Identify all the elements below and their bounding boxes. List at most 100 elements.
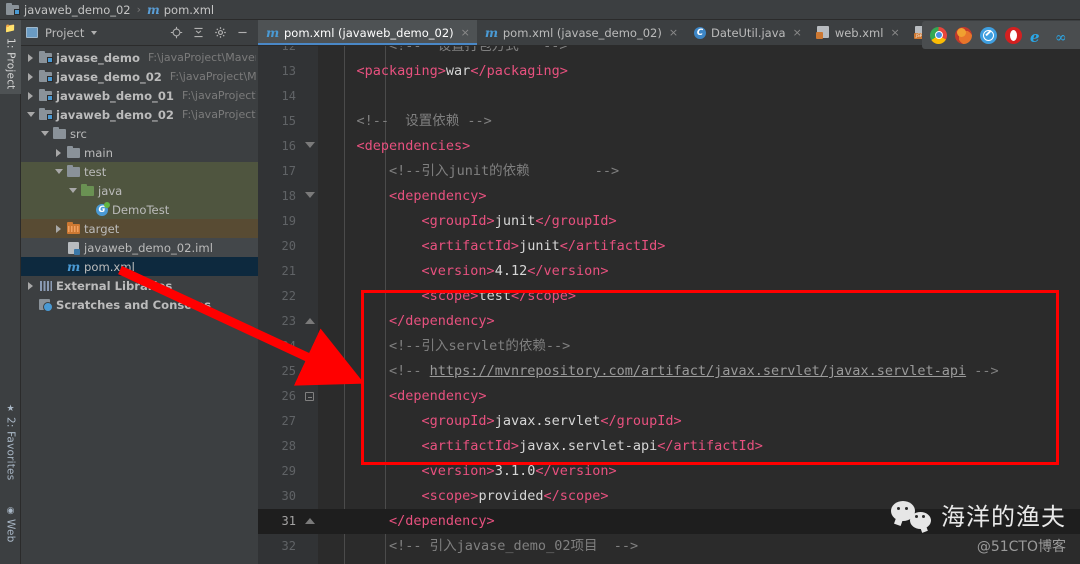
tree-node[interactable]: java — [21, 181, 258, 200]
fold-minus-icon[interactable] — [305, 392, 314, 401]
close-icon[interactable]: × — [461, 26, 470, 39]
project-tree[interactable]: javase_demoF:\javaProject\MavenPrajavase… — [21, 46, 258, 564]
code-line[interactable]: 18 <dependency> — [258, 184, 1080, 209]
code-line[interactable]: 27 <groupId>javax.servlet</groupId> — [258, 409, 1080, 434]
chrome-icon[interactable] — [930, 26, 947, 44]
code-text: <dependencies> — [324, 134, 471, 159]
sidebar-item-project[interactable]: 📁 1: Project — [0, 20, 21, 94]
sidebar-item-favorites[interactable]: ★ 2: Favorites — [0, 400, 21, 492]
close-icon[interactable]: × — [890, 26, 899, 39]
tree-node[interactable]: javaweb_demo_01 F:\javaProject\Mav — [21, 86, 258, 105]
tree-node[interactable]: G DemoTest — [21, 200, 258, 219]
chevron-down-icon[interactable] — [25, 112, 36, 117]
code-line[interactable]: 22 <scope>test</scope> — [258, 284, 1080, 309]
fold-collapse-icon[interactable] — [305, 192, 315, 198]
locate-icon[interactable] — [170, 26, 183, 39]
code-token-cmt: --> — [966, 363, 999, 379]
xml-file-icon — [815, 26, 830, 39]
code-line[interactable]: 23 </dependency> — [258, 309, 1080, 334]
maven-icon: m — [484, 25, 499, 40]
chevron-right-icon[interactable] — [25, 72, 36, 81]
code-line[interactable]: 26 <dependency> — [258, 384, 1080, 409]
editor-tab[interactable]: C DateUtil.java × — [685, 20, 809, 45]
code-line[interactable]: 17 <!--引入junit的依赖 --> — [258, 159, 1080, 184]
tree-node-label: pom.xml — [84, 259, 135, 274]
safari-icon[interactable] — [980, 26, 997, 44]
code-text: <artifactId>junit</artifactId> — [324, 234, 666, 259]
code-line[interactable]: 25 <!-- https://mvnrepository.com/artifa… — [258, 359, 1080, 384]
code-line[interactable]: 29 <version>3.1.0</version> — [258, 459, 1080, 484]
tree-node[interactable]: javaweb_demo_02.iml — [21, 238, 258, 257]
chevron-right-icon[interactable] — [53, 148, 64, 157]
code-line[interactable]: 13 <packaging>war</packaging> — [258, 59, 1080, 84]
fold-end-icon[interactable] — [305, 318, 315, 324]
close-icon[interactable]: × — [793, 26, 802, 39]
breadcrumb-separator: › — [136, 3, 142, 16]
chevron-down-icon[interactable] — [39, 131, 50, 136]
gear-icon[interactable] — [214, 26, 227, 39]
editor-tab[interactable]: m pom.xml (javaweb_demo_02) × — [258, 20, 477, 45]
code-token-tag: <groupId> — [324, 213, 495, 229]
line-number: 28 — [281, 439, 296, 453]
project-tool-window: Project javase_demo F:\javaProject\Mave … — [21, 20, 258, 564]
chevron-right-icon[interactable] — [25, 281, 36, 290]
code-line[interactable]: 14 — [258, 84, 1080, 109]
firefox-icon[interactable] — [955, 26, 972, 44]
code-line[interactable]: 28 <artifactId>javax.servlet-api</artifa… — [258, 434, 1080, 459]
editor-tab[interactable]: web.xml × — [809, 20, 907, 45]
tree-node-label: javase_demo — [56, 50, 140, 65]
tree-node[interactable]: target — [21, 219, 258, 238]
tree-node[interactable]: javase_demo_02 F:\javaProject\Maven — [21, 67, 258, 86]
code-lines[interactable]: 12 <!-- 设置打包方式 --> 13 <packaging>war</pac… — [258, 46, 1080, 564]
editor-tab[interactable]: m pom.xml (javase_demo_02) × — [477, 20, 685, 45]
breadcrumb-file[interactable]: pom.xml — [164, 3, 214, 17]
tree-node[interactable]: Scratches and Consoles — [21, 295, 258, 314]
tree-node[interactable]: src — [21, 124, 258, 143]
edge-icon[interactable]: e — [1030, 27, 1047, 45]
code-line[interactable]: 20 <artifactId>junit</artifactId> — [258, 234, 1080, 259]
code-text: <!-- 设置依赖 --> — [324, 109, 492, 134]
module-icon — [39, 108, 53, 121]
breadcrumb-project[interactable]: javaweb_demo_02 — [24, 3, 131, 17]
code-line[interactable]: 24 <!--引入servlet的依赖--> — [258, 334, 1080, 359]
code-editor[interactable]: 12 <!-- 设置打包方式 --> 13 <packaging>war</pac… — [258, 46, 1080, 564]
code-token-txt: 3.1.0 — [494, 463, 536, 479]
code-line[interactable]: 21 <version>4.12</version> — [258, 259, 1080, 284]
tree-node-label: Scratches and Consoles — [56, 297, 211, 312]
chevron-right-icon[interactable] — [25, 91, 36, 100]
fold-collapse-icon[interactable] — [305, 142, 315, 148]
tree-node[interactable]: m pom.xml — [21, 257, 258, 276]
browser-launcher-bar[interactable]: e ∞ — [922, 21, 1080, 49]
folder-icon: 📁 — [5, 24, 16, 36]
tree-node[interactable]: test — [21, 162, 258, 181]
line-number: 25 — [281, 364, 296, 378]
hide-icon[interactable] — [236, 26, 249, 39]
chevron-down-icon[interactable] — [53, 169, 64, 174]
tree-node[interactable]: External Libraries — [21, 276, 258, 295]
chevron-down-icon[interactable] — [91, 30, 98, 35]
opera-icon[interactable] — [1005, 26, 1022, 44]
sidebar-item-web[interactable]: ◉ Web — [0, 502, 21, 558]
collapse-all-icon[interactable] — [192, 26, 205, 39]
fold-end-icon[interactable] — [305, 518, 315, 524]
close-icon[interactable]: × — [669, 26, 678, 39]
tree-node[interactable]: javaweb_demo_02 F:\javaProject\Mav — [21, 105, 258, 124]
code-token-tag: <dependencies> — [324, 138, 471, 154]
tree-node[interactable]: main — [21, 143, 258, 162]
explorer-icon[interactable]: ∞ — [1055, 27, 1072, 46]
code-text: <!-- 引入javase_demo_02项目 --> — [324, 534, 638, 559]
chevron-right-icon[interactable] — [53, 224, 64, 233]
code-line[interactable]: 33 <dependency> — [258, 559, 1080, 564]
tree-node-label: javaweb_demo_02.iml — [84, 240, 213, 255]
code-token-txt: provided — [478, 488, 544, 504]
breadcrumb: javaweb_demo_02 › m pom.xml — [0, 0, 1080, 20]
line-number: 19 — [281, 214, 296, 228]
code-token-tag: </dependency> — [324, 513, 495, 529]
tree-node[interactable]: javase_demo F:\javaProject\MavenPra — [21, 48, 258, 67]
chevron-down-icon[interactable] — [67, 188, 78, 193]
chevron-right-icon[interactable] — [25, 53, 36, 62]
code-token-cmt: <!--引入junit的依赖 --> — [324, 163, 620, 179]
code-line[interactable]: 19 <groupId>junit</groupId> — [258, 209, 1080, 234]
code-line[interactable]: 15 <!-- 设置依赖 --> — [258, 109, 1080, 134]
code-line[interactable]: 16 <dependencies> — [258, 134, 1080, 159]
